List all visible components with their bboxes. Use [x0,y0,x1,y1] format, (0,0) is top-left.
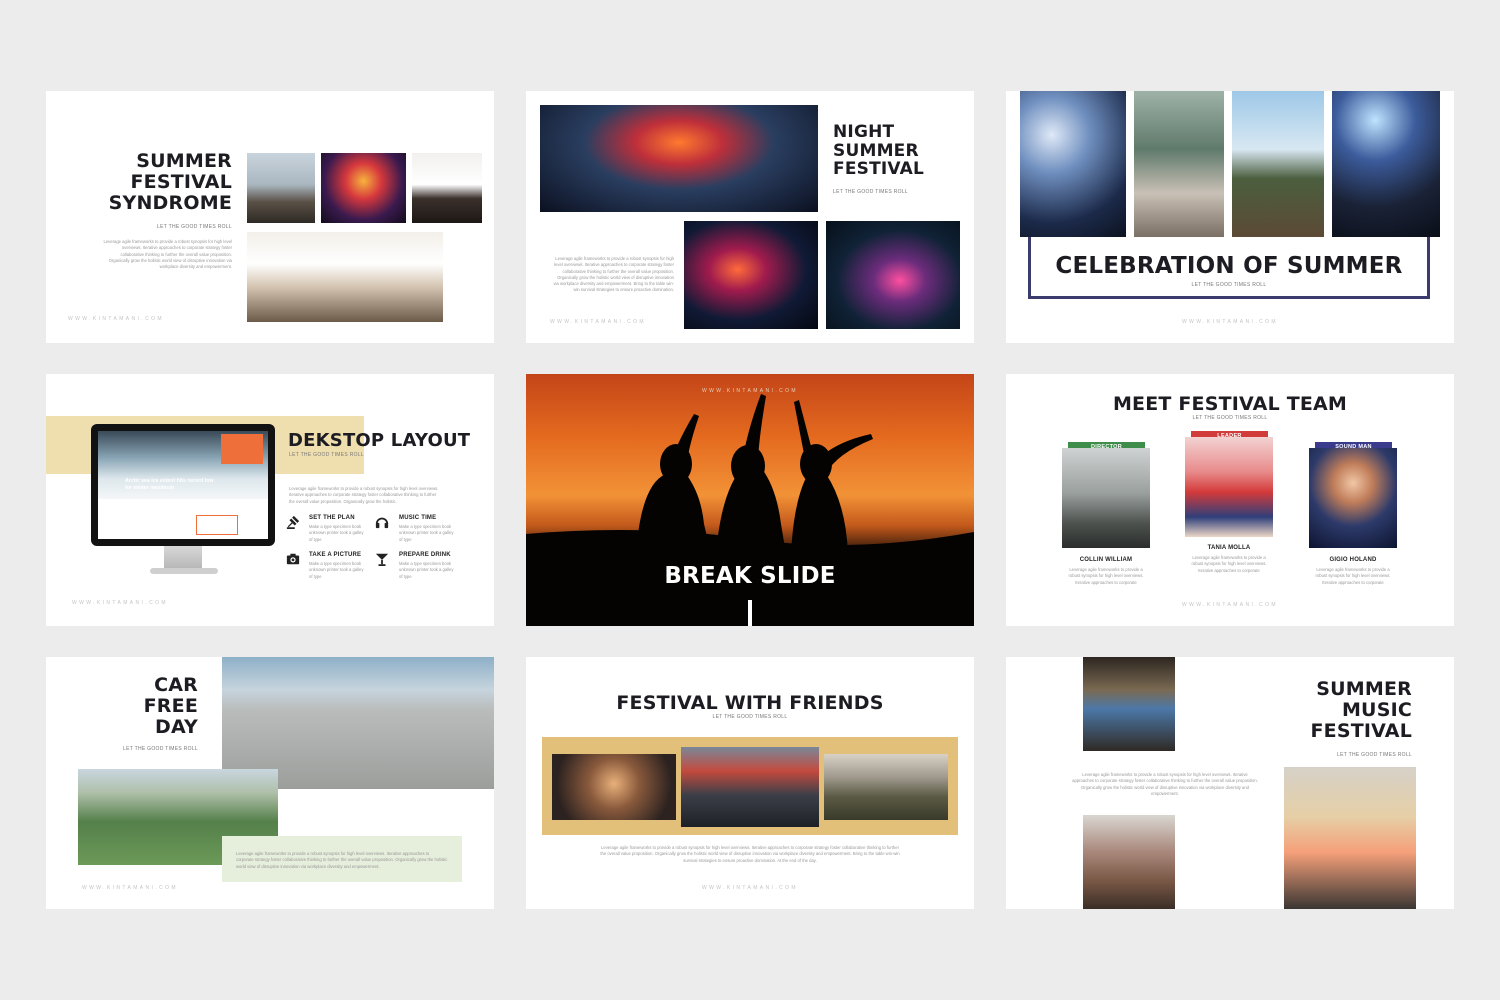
slide-meet-festival-team[interactable]: MEET FESTIVAL TEAM LET THE GOOD TIMES RO… [1006,374,1454,626]
slide-title: DEKSTOP LAYOUT [288,430,471,451]
couple-photo [1083,815,1175,909]
woman-portrait-photo [1284,767,1416,909]
feature-title-set-the-plan: SET THE PLAN [309,515,355,521]
member-name-gigio: GIGIO HOLAND [1329,557,1377,563]
slide-title: SUMMER FESTIVAL SYNDROME [109,151,232,214]
title-underline-bar [748,600,752,626]
member-bio-collin: Leverage agile frameworks to provide a r… [1068,567,1144,585]
slide-body-text: Leverage agile frameworks to provide a r… [1072,772,1258,796]
slide-body-text: Leverage agile frameworks to provide a r… [103,239,232,270]
stadium-lights-photo [826,221,960,329]
slide-header-url: WWW.KINTAMANI.COM [702,388,798,394]
slide-footer: WWW.KINTAMANI.COM [72,600,168,606]
member-photo-gigio [1309,448,1397,548]
title-line-3: SYNDROME [108,191,232,214]
slide-tagline: LET THE GOOD TIMES ROLL [1192,415,1268,421]
feature-title-prepare-drink: PREPARE DRINK [399,552,451,558]
orange-card [221,434,263,464]
friends-photo-1 [552,754,676,820]
slide-dekstop-layout[interactable]: Arctic sea ice extent hits record low fo… [46,374,494,626]
title-line-1: NIGHT [833,122,895,142]
slide-title: CELEBRATION OF SUMMER [1055,253,1403,279]
stage-photo [321,153,406,223]
slide-footer: WWW.KINTAMANI.COM [1182,602,1278,608]
member-bio-gigio: Leverage agile frameworks to provide a r… [1315,567,1391,585]
slide-body-text: Leverage agile frameworks to provide a r… [236,851,448,869]
concert-lights-photo [684,221,818,329]
member-name-collin: COLLIN WILLIAM [1079,557,1133,563]
slide-tagline: LET THE GOOD TIMES ROLL [1191,282,1267,288]
slide-celebration-of-summer[interactable]: CELEBRATION OF SUMMER LET THE GOOD TIMES… [1006,91,1454,343]
slide-summer-festival-syndrome[interactable]: SUMMER FESTIVAL SYNDROME LET THE GOOD TI… [46,91,494,343]
slide-tagline: LET THE GOOD TIMES ROLL [289,452,364,458]
slide-body-text: Leverage agile frameworks to provide a r… [289,486,439,504]
camera-icon [286,553,300,565]
hands-up-photo [412,153,482,223]
feature-text-prepare-drink: Make a type specimen book unknown printe… [399,561,454,579]
slide-tagline: LET THE GOOD TIMES ROLL [157,224,232,230]
sparkler-photo [1134,91,1224,237]
slide-title: NIGHT SUMMER FESTIVAL [833,123,924,179]
slide-tagline: LET THE GOOD TIMES ROLL [712,714,788,720]
slide-body-text: Leverage agile frameworks to provide a r… [553,256,674,293]
slide-body-text: Leverage agile frameworks to provide a r… [600,845,900,863]
feature-text-music-time: Make a type specimen book unknown printe… [399,524,454,542]
title-line-1: SUMMER [136,150,232,172]
screen-headline: Arctic sea ice extent hits record low fo… [125,478,214,492]
title-line-3: DAY [154,715,198,738]
night-stage-photo [540,105,818,212]
slide-footer: WWW.KINTAMANI.COM [68,316,164,322]
gavel-icon [286,515,300,529]
dj-photo [1332,91,1440,237]
title-line-2: MUSIC [1341,698,1412,721]
crowd-photo [247,153,315,223]
feature-text-set-the-plan: Make a type specimen book unknown printe… [309,524,364,542]
palm-trees-photo [1232,91,1324,237]
headphones-icon [375,517,389,529]
slide-title: SUMMER MUSIC FESTIVAL [1311,679,1413,742]
member-photo-tania [1185,437,1273,537]
slide-footer: WWW.KINTAMANI.COM [702,885,798,891]
feature-title-music-time: MUSIC TIME [399,515,437,521]
slide-tagline: LET THE GOOD TIMES ROLL [123,746,198,752]
friends-photo-2 [681,747,819,827]
slide-night-summer-festival[interactable]: NIGHT SUMMER FESTIVAL LET THE GOOD TIMES… [526,91,974,343]
slide-footer: WWW.KINTAMANI.COM [1182,319,1278,325]
slide-tagline: LET THE GOOD TIMES ROLL [1337,752,1412,758]
screen-box [196,515,238,535]
child-on-shoulders-photo [1083,657,1175,751]
slide-title: BREAK SLIDE [664,563,836,589]
title-line-2: SUMMER [833,140,919,161]
slide-car-free-day[interactable]: CAR FREE DAY LET THE GOOD TIMES ROLL Lev… [46,657,494,909]
feature-title-take-a-picture: TAKE A PICTURE [309,552,362,558]
member-photo-collin [1062,448,1150,548]
slide-title: FESTIVAL WITH FRIENDS [616,692,884,714]
member-name-tania: TANIA MOLLA [1207,545,1251,551]
title-line-2: FESTIVAL [130,170,232,193]
monitor-stand [164,546,202,570]
cocktail-icon [375,553,389,566]
title-line-2: FREE [143,694,198,717]
title-line-3: FESTIVAL [833,159,924,180]
confetti-crowd-photo [1020,91,1126,237]
slide-festival-with-friends[interactable]: FESTIVAL WITH FRIENDS LET THE GOOD TIMES… [526,657,974,909]
slide-tagline: LET THE GOOD TIMES ROLL [833,189,908,195]
title-line-1: SUMMER [1316,678,1412,700]
slide-title: MEET FESTIVAL TEAM [1112,393,1348,415]
slide-footer: WWW.KINTAMANI.COM [82,885,178,891]
slide-footer: WWW.KINTAMANI.COM [550,319,646,325]
monitor-base [150,568,218,574]
title-line-1: CAR [154,674,198,696]
member-bio-tania: Leverage agile frameworks to provide a r… [1191,555,1267,573]
slide-summer-music-festival[interactable]: SUMMER MUSIC FESTIVAL LET THE GOOD TIMES… [1006,657,1454,909]
friends-photo-3 [824,754,948,820]
slide-title: CAR FREE DAY [144,675,198,738]
monitor-screen-content [98,499,268,539]
astronaut-installation-photo [247,232,443,322]
slide-break[interactable]: WWW.KINTAMANI.COM BREAK SLIDE [526,374,974,626]
feature-text-take-a-picture: Make a type specimen book unknown printe… [309,561,364,579]
title-line-3: FESTIVAL [1310,719,1412,742]
